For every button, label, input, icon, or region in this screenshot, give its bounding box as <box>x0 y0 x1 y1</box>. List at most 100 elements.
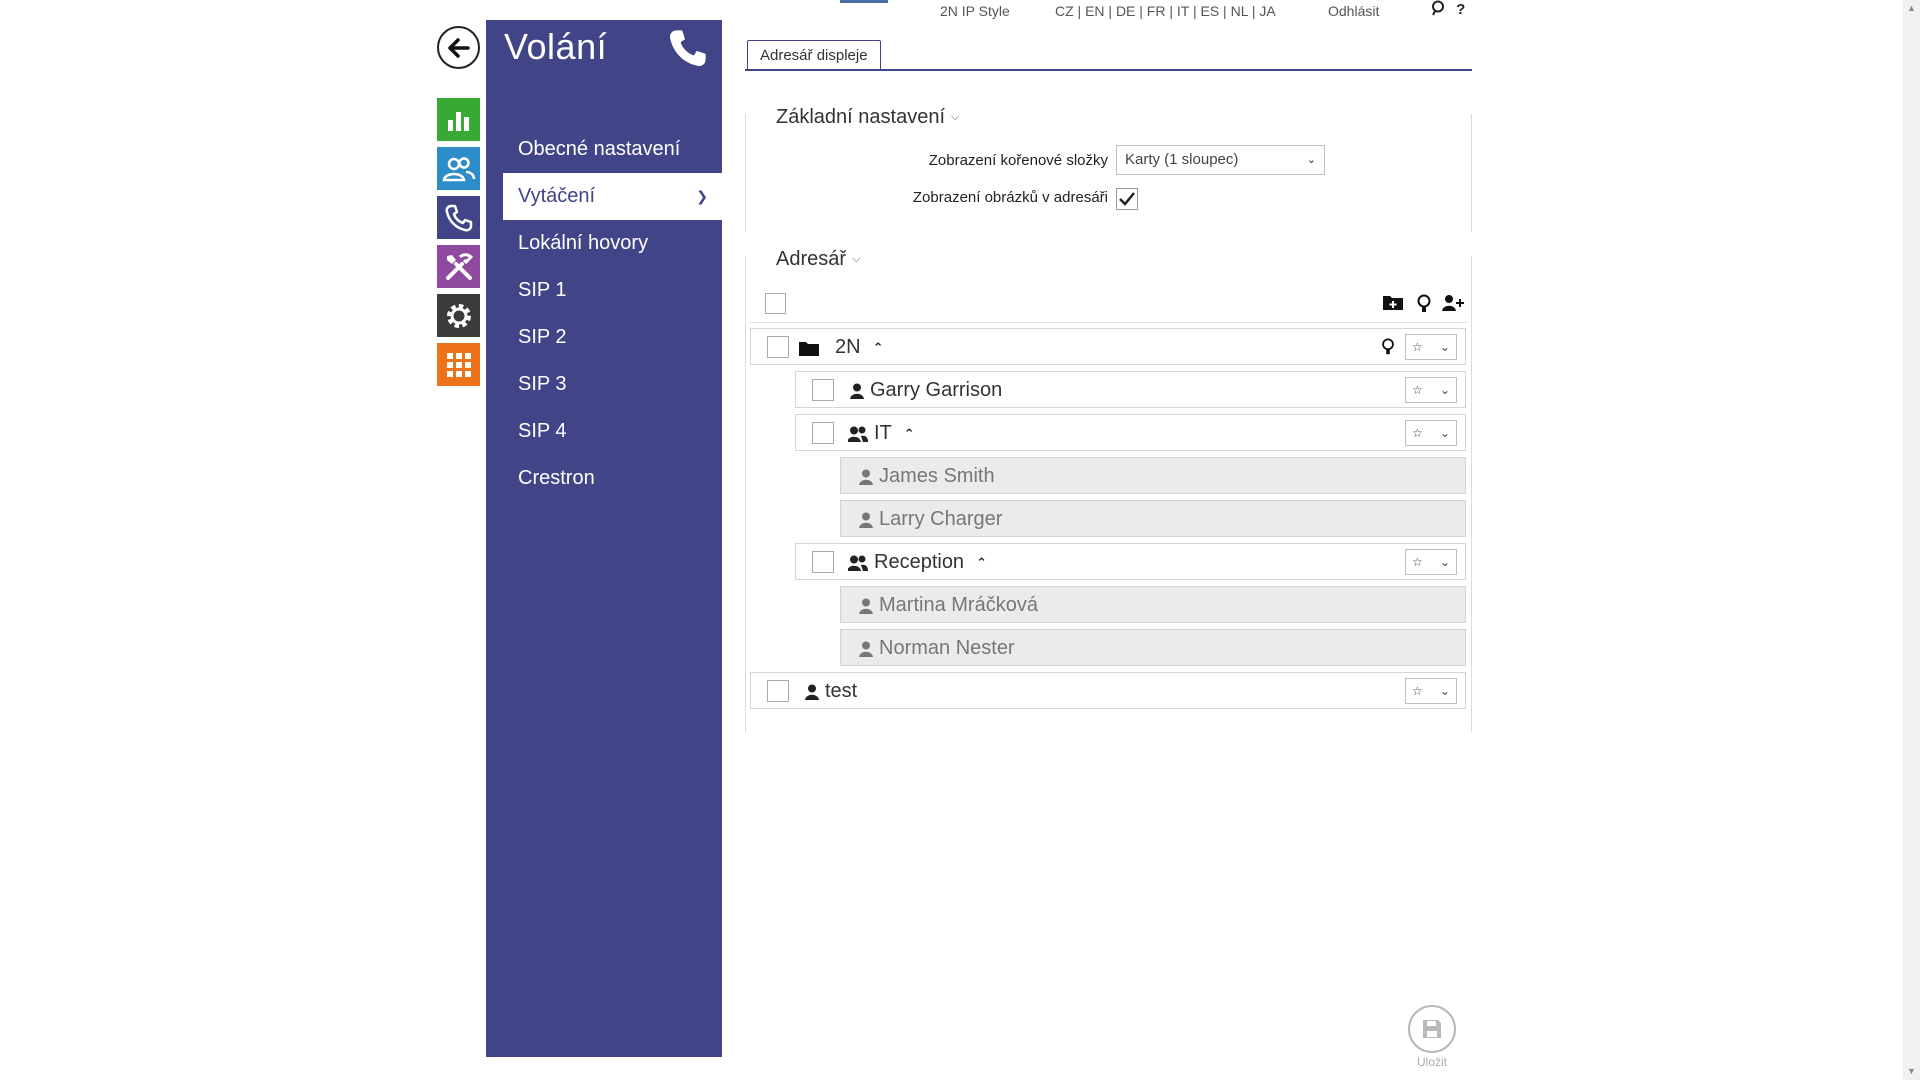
star-icon: ☆ <box>1412 383 1423 397</box>
group-member-row[interactable]: Martina Mráčková <box>840 586 1466 623</box>
row-options-dropdown[interactable]: ☆ ⌄ <box>1405 678 1457 704</box>
nav-item-dialing[interactable]: Vytáčení ❯ <box>503 173 722 220</box>
add-tip-button[interactable] <box>1417 294 1431 319</box>
nav-item-label: SIP 2 <box>518 326 567 348</box>
chevron-up-icon[interactable]: ⌃ <box>873 329 884 366</box>
directory-row-user[interactable]: test ☆ ⌄ <box>750 672 1466 709</box>
row-label-group: 2N ⌃ <box>799 329 883 366</box>
toolbar-divider <box>750 322 1467 323</box>
row-checkbox[interactable] <box>812 422 834 444</box>
add-user-button[interactable] <box>1442 294 1464 317</box>
row-checkbox[interactable] <box>767 680 789 702</box>
nav-item-label: Lokální hovory <box>518 232 649 254</box>
search-icon[interactable] <box>1430 0 1446 16</box>
tab-underline <box>745 69 1472 71</box>
tab-display-directory[interactable]: Adresář displeje <box>747 40 881 70</box>
checkmark-icon <box>1119 192 1135 206</box>
directory-header[interactable]: Adresář ⌵ <box>776 248 860 271</box>
back-button[interactable] <box>437 26 480 69</box>
basic-settings-section <box>745 114 1472 232</box>
basic-settings-header[interactable]: Základní nastavení ⌵ <box>776 106 959 129</box>
row-options-dropdown[interactable]: ☆ ⌄ <box>1405 334 1457 360</box>
users-icon <box>442 156 475 181</box>
nav-list: Obecné nastavení Vytáčení ❯ Lokální hovor… <box>486 126 722 502</box>
nav-item-label: Vytáčení <box>518 185 596 207</box>
row-options-dropdown[interactable]: ☆ ⌄ <box>1405 377 1457 403</box>
scroll-down-arrow-icon[interactable]: ▼ <box>1903 1063 1920 1080</box>
chevron-down-icon: ⌄ <box>1439 340 1450 354</box>
show-images-checkbox[interactable] <box>1116 188 1138 210</box>
users-icon <box>848 555 868 571</box>
lightbulb-icon[interactable] <box>1381 338 1395 361</box>
chevron-down-icon: ⌵ <box>852 253 861 265</box>
language-selector[interactable]: CZ | EN | DE | FR | IT | ES | NL | JA <box>1055 3 1276 19</box>
row-checkbox[interactable] <box>812 379 834 401</box>
nav-title: Volání <box>504 26 608 67</box>
row-label-group: James Smith <box>859 458 995 495</box>
select-all-checkbox[interactable] <box>765 293 786 314</box>
chevron-down-icon: ⌄ <box>1439 383 1450 397</box>
nav-item-local-calls[interactable]: Lokální hovory <box>486 220 722 267</box>
directory-row-group[interactable]: IT ⌃ ☆ ⌄ <box>795 414 1466 451</box>
row-label: Reception <box>874 551 965 573</box>
user-icon <box>850 383 864 399</box>
row-label-group: IT ⌃ <box>848 415 915 452</box>
section-title: Základní nastavení <box>776 106 945 128</box>
nav-item-label: Obecné nastavení <box>518 138 681 160</box>
directory-row-group[interactable]: Reception ⌃ ☆ ⌄ <box>795 543 1466 580</box>
row-checkbox[interactable] <box>767 336 789 358</box>
row-options-dropdown[interactable]: ☆ ⌄ <box>1405 549 1457 575</box>
users-icon <box>848 426 868 442</box>
row-label-group: Martina Mráčková <box>859 587 1038 624</box>
nav-item-sip-2[interactable]: SIP 2 <box>486 314 722 361</box>
app-status[interactable] <box>437 98 480 141</box>
app-hardware[interactable] <box>437 245 480 288</box>
nav-item-general[interactable]: Obecné nastavení <box>486 126 722 173</box>
row-options-dropdown[interactable]: ☆ ⌄ <box>1405 420 1457 446</box>
row-checkbox[interactable] <box>812 551 834 573</box>
app-system[interactable] <box>437 294 480 337</box>
group-member-row[interactable]: James Smith <box>840 457 1466 494</box>
scroll-up-arrow-icon[interactable]: ▲ <box>1903 0 1920 17</box>
tools-icon <box>445 252 473 280</box>
logout-link[interactable]: Odhlásit <box>1328 3 1379 19</box>
group-member-row[interactable]: Norman Nester <box>840 629 1466 666</box>
show-images-label: Zobrazení obrázků v adresáři <box>912 189 1108 206</box>
style-link[interactable]: 2N IP Style <box>940 3 1010 19</box>
nav-item-sip-4[interactable]: SIP 4 <box>486 408 722 455</box>
row-label: Garry Garrison <box>870 379 1003 401</box>
group-member-row[interactable]: Larry Charger <box>840 500 1466 537</box>
nav-item-label: SIP 4 <box>518 420 567 442</box>
app-calling[interactable] <box>437 196 480 239</box>
help-icon[interactable]: ? <box>1456 1 1465 18</box>
directory-row-folder[interactable]: 2N ⌃ ☆ ⌄ <box>750 328 1466 365</box>
user-icon <box>859 469 873 485</box>
lightbulb-icon <box>1417 294 1431 312</box>
root-view-select[interactable]: Karty (1 sloupec) ⌄ <box>1116 145 1325 175</box>
star-icon: ☆ <box>1412 684 1423 698</box>
page-scrollbar[interactable]: ▲ ▼ <box>1903 0 1920 1080</box>
save-button[interactable] <box>1408 1005 1456 1053</box>
folder-plus-icon <box>1383 296 1403 310</box>
nav-item-sip-1[interactable]: SIP 1 <box>486 267 722 314</box>
chevron-down-icon: ⌄ <box>1439 684 1450 698</box>
directory-row-user[interactable]: Garry Garrison ☆ ⌄ <box>795 371 1466 408</box>
row-label-group: test <box>805 673 857 710</box>
phone-icon <box>666 26 710 75</box>
user-plus-icon <box>1442 295 1464 311</box>
arrow-left-icon <box>447 37 470 58</box>
star-icon: ☆ <box>1412 340 1423 354</box>
nav-item-sip-3[interactable]: SIP 3 <box>486 361 722 408</box>
add-folder-button[interactable] <box>1382 293 1404 316</box>
nav-item-crestron[interactable]: Crestron <box>486 455 722 502</box>
top-bar: 2N IP Style CZ | EN | DE | FR | IT | ES … <box>740 0 1490 22</box>
nav-item-label: Crestron <box>518 467 595 489</box>
chevron-up-icon[interactable]: ⌃ <box>904 415 915 452</box>
row-label: James Smith <box>879 465 995 487</box>
app-services[interactable] <box>437 343 480 386</box>
folder-icon <box>799 341 819 356</box>
select-value: Karty (1 sloupec) <box>1125 151 1239 168</box>
chevron-up-icon[interactable]: ⌃ <box>976 544 987 581</box>
row-label: Larry Charger <box>879 508 1003 530</box>
app-directory[interactable] <box>437 147 480 190</box>
